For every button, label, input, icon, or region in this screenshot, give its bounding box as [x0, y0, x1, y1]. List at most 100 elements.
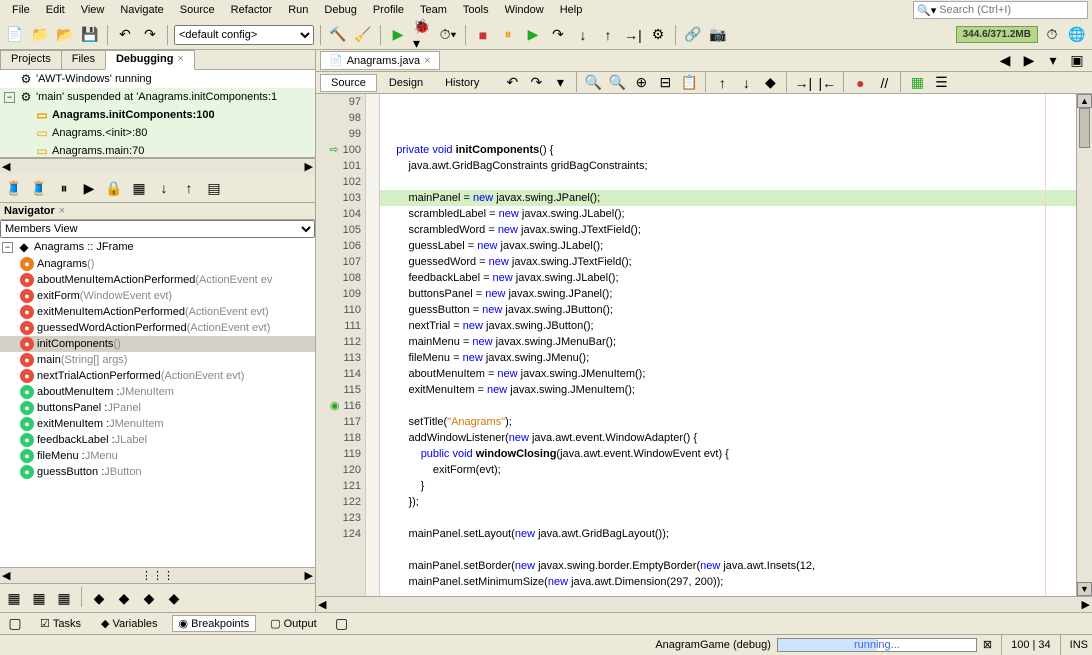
menu-navigate[interactable]: Navigate — [112, 2, 171, 18]
menu-refactor[interactable]: Refactor — [223, 2, 281, 18]
step-out-button[interactable]: ↑ — [597, 24, 619, 46]
build-button[interactable]: 🔨 — [327, 24, 349, 46]
editor-btn[interactable]: 🔍 — [582, 72, 604, 94]
code-line[interactable]: aboutMenuItem = new javax.swing.JMenuIte… — [380, 366, 1076, 382]
stop-progress-icon[interactable]: ⊠ — [983, 638, 992, 651]
nav-item[interactable]: ●main(String[] args) — [0, 352, 315, 368]
grid-button[interactable]: ▦ — [128, 177, 150, 199]
editor-btn[interactable]: |← — [816, 72, 838, 94]
thread-row-suspended[interactable]: − ⚙ 'main' suspended at 'Anagrams.initCo… — [0, 88, 315, 106]
stop-button[interactable]: ■ — [472, 24, 494, 46]
expand-button[interactable]: ▢ — [331, 613, 353, 635]
nav-list-button[interactable]: ▾ — [1042, 50, 1064, 72]
code-line[interactable] — [380, 510, 1076, 526]
bottom-tab-tasks[interactable]: ☑Tasks — [34, 616, 87, 631]
subtab-history[interactable]: History — [435, 75, 489, 91]
editor-btn[interactable]: 📋 — [678, 72, 700, 94]
scroll-thumb[interactable] — [1079, 108, 1090, 148]
tab-debugging[interactable]: Debugging× — [105, 50, 195, 70]
resume-button[interactable]: ▶ — [78, 177, 100, 199]
vertical-scrollbar[interactable]: ▲ ▼ — [1076, 94, 1092, 596]
config-select[interactable]: <default config> — [174, 25, 314, 45]
apply-code-button[interactable]: ⚙ — [647, 24, 669, 46]
step-over-button[interactable]: ↷ — [547, 24, 569, 46]
step-into-button[interactable]: ↓ — [572, 24, 594, 46]
menu-profile[interactable]: Profile — [365, 2, 412, 18]
code-line[interactable]: exitForm(evt); — [380, 462, 1076, 478]
code-line[interactable]: java.awt.GridBagConstraints gridBagConst… — [380, 158, 1076, 174]
editor-btn[interactable]: ↓ — [735, 72, 757, 94]
new-file-button[interactable]: 📄 — [4, 24, 26, 46]
expander-icon[interactable]: − — [2, 242, 13, 253]
nav-btn[interactable]: ◆ — [113, 587, 135, 609]
gc-button[interactable]: ⏱ — [1041, 24, 1063, 46]
editor-btn[interactable]: ☰ — [930, 72, 952, 94]
pause-button[interactable]: ⏸ — [53, 177, 75, 199]
hscroll[interactable]: ◀▶ — [0, 158, 315, 174]
code-line[interactable]: mainPanel.setBorder(new javax.swing.bord… — [380, 558, 1076, 574]
editor-btn[interactable]: ⊟ — [654, 72, 676, 94]
help-button[interactable]: 🌐 — [1066, 24, 1088, 46]
thread2-button[interactable]: 🧵 — [28, 177, 50, 199]
nav-item[interactable]: ●exitForm(WindowEvent evt) — [0, 288, 315, 304]
code-line[interactable]: feedbackLabel = new javax.swing.JLabel()… — [380, 270, 1076, 286]
nav-item[interactable]: ●aboutMenuItem : JMenuItem — [0, 384, 315, 400]
editor-btn[interactable]: →| — [792, 72, 814, 94]
maximize-button[interactable]: ▣ — [1066, 50, 1088, 72]
code-line[interactable]: guessedWord = new javax.swing.JTextField… — [380, 254, 1076, 270]
editor-btn[interactable]: ◆ — [759, 72, 781, 94]
menu-file[interactable]: File — [4, 2, 38, 18]
breakpoint-icon[interactable]: ● — [849, 72, 871, 94]
menu-team[interactable]: Team — [412, 2, 455, 18]
nav-fwd-button[interactable]: ▶ — [1018, 50, 1040, 72]
menu-run[interactable]: Run — [280, 2, 316, 18]
profile-button[interactable]: ⏱▾ — [437, 24, 459, 46]
search-input[interactable] — [939, 4, 1079, 16]
nav-btn[interactable]: ◆ — [163, 587, 185, 609]
menu-edit[interactable]: Edit — [38, 2, 73, 18]
new-project-button[interactable]: 📁 — [29, 24, 51, 46]
bottom-tab-variables[interactable]: ◆Variables — [95, 616, 164, 631]
editor-btn[interactable]: 🔍 — [606, 72, 628, 94]
nav-root[interactable]: − ◆ Anagrams :: JFrame — [0, 238, 315, 256]
close-icon[interactable]: × — [177, 53, 183, 65]
code-line[interactable]: public void windowClosing(java.awt.event… — [380, 446, 1076, 462]
nav-item[interactable]: ●initComponents() — [0, 336, 315, 352]
code-line[interactable]: guessButton = new javax.swing.JButton(); — [380, 302, 1076, 318]
expand-button[interactable]: ▢ — [4, 613, 26, 635]
tab-files[interactable]: Files — [61, 50, 106, 69]
members-view-select[interactable]: Members View — [0, 220, 315, 238]
editor-tab-anagrams[interactable]: 📄 Anagrams.java × — [320, 51, 440, 70]
redo-button[interactable]: ↷ — [139, 24, 161, 46]
subtab-design[interactable]: Design — [379, 75, 433, 91]
code-lines[interactable]: private void initComponents() { java.awt… — [380, 94, 1076, 596]
code-line[interactable] — [380, 174, 1076, 190]
code-line[interactable] — [380, 542, 1076, 558]
editor-btn[interactable]: ↑ — [711, 72, 733, 94]
menu-window[interactable]: Window — [497, 2, 552, 18]
undo-button[interactable]: ↶ — [114, 24, 136, 46]
menu-help[interactable]: Help — [552, 2, 591, 18]
code-line[interactable]: } — [380, 478, 1076, 494]
nav-btn[interactable]: ▦ — [28, 587, 50, 609]
code-line[interactable]: nextTrial = new javax.swing.JButton(); — [380, 318, 1076, 334]
close-icon[interactable]: × — [59, 205, 65, 217]
editor-btn[interactable]: // — [873, 72, 895, 94]
nav-item[interactable]: ●guessButton : JButton — [0, 464, 315, 480]
filter-button[interactable]: ▤ — [203, 177, 225, 199]
code-line[interactable]: fileMenu = new javax.swing.JMenu(); — [380, 350, 1076, 366]
stack-frame[interactable]: ▭ Anagrams.<init>:80 — [0, 124, 315, 142]
editor-btn[interactable]: ↷ — [525, 72, 547, 94]
bottom-tab-output[interactable]: ▢Output — [264, 616, 322, 631]
code-editor[interactable]: 979899⇨100101102103104105106107108109110… — [316, 94, 1092, 596]
clean-build-button[interactable]: 🧹 — [352, 24, 374, 46]
menu-tools[interactable]: Tools — [455, 2, 497, 18]
code-line[interactable]: setTitle("Anagrams"); — [380, 414, 1076, 430]
camera-button[interactable]: 📷 — [707, 24, 729, 46]
code-line[interactable]: scrambledWord = new javax.swing.JTextFie… — [380, 222, 1076, 238]
nav-item[interactable]: ●fileMenu : JMenu — [0, 448, 315, 464]
editor-btn[interactable]: ▦ — [906, 72, 928, 94]
pause-button[interactable]: ⏸ — [497, 24, 519, 46]
nav-back-button[interactable]: ◀ — [994, 50, 1016, 72]
scroll-up-icon[interactable]: ▲ — [1077, 94, 1092, 108]
